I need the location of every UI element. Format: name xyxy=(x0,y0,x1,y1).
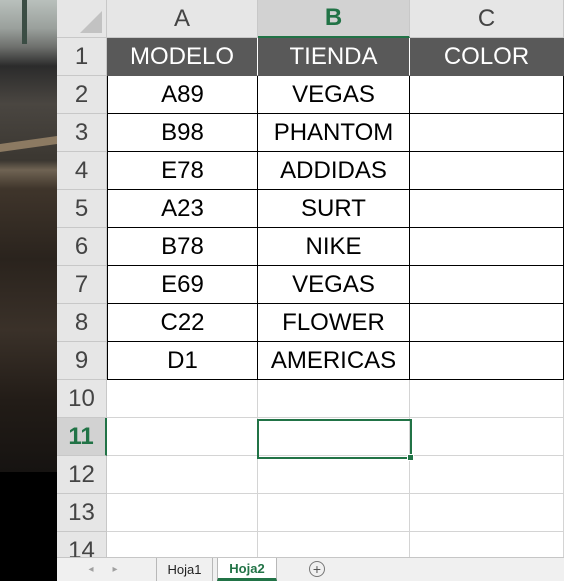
cell-a12[interactable] xyxy=(107,456,258,494)
spreadsheet-grid[interactable]: A B C 1 2 3 4 5 6 7 8 9 10 11 12 13 14 MODELO TIENDA CO… xyxy=(57,0,564,557)
cell-c1[interactable]: COLOR xyxy=(410,38,564,76)
cell-c9[interactable] xyxy=(410,342,564,380)
cell-b10[interactable] xyxy=(258,380,410,418)
tab-hoja1[interactable]: Hoja1 xyxy=(156,558,213,581)
cell-a1[interactable]: MODELO xyxy=(107,38,258,76)
row-header-6[interactable]: 6 xyxy=(57,228,107,266)
cell-c6[interactable] xyxy=(410,228,564,266)
row-header-12[interactable]: 12 xyxy=(57,456,107,494)
cell-c11[interactable] xyxy=(410,418,564,456)
cell-c13[interactable] xyxy=(410,494,564,532)
cell-c8[interactable] xyxy=(410,304,564,342)
row-header-13[interactable]: 13 xyxy=(57,494,107,532)
row-header-8[interactable]: 8 xyxy=(57,304,107,342)
row-header-2[interactable]: 2 xyxy=(57,76,107,114)
background-photo xyxy=(0,0,57,472)
cell-a5[interactable]: A23 xyxy=(107,190,258,228)
cell-a8[interactable]: C22 xyxy=(107,304,258,342)
cell-b7[interactable]: VEGAS xyxy=(258,266,410,304)
cell-b6[interactable]: NIKE xyxy=(258,228,410,266)
cell-b13[interactable] xyxy=(258,494,410,532)
row-header-11[interactable]: 11 xyxy=(57,418,107,456)
cell-b4[interactable]: ADDIDAS xyxy=(258,152,410,190)
row-header-9[interactable]: 9 xyxy=(57,342,107,380)
cell-b11[interactable] xyxy=(258,418,410,456)
row-header-14[interactable]: 14 xyxy=(57,532,107,557)
add-sheet-icon[interactable]: + xyxy=(309,561,325,577)
row-header-1[interactable]: 1 xyxy=(57,38,107,76)
cell-b2[interactable]: VEGAS xyxy=(258,76,410,114)
column-header-b[interactable]: B xyxy=(258,0,410,38)
sheet-tab-bar: ◂ ▸ Hoja1 Hoja2 + xyxy=(57,557,564,581)
row-header-5[interactable]: 5 xyxy=(57,190,107,228)
cell-a14[interactable] xyxy=(107,532,258,557)
select-all-corner[interactable] xyxy=(57,0,107,38)
select-all-triangle-icon xyxy=(80,11,102,33)
cell-a2[interactable]: A89 xyxy=(107,76,258,114)
row-header-10[interactable]: 10 xyxy=(57,380,107,418)
cell-b12[interactable] xyxy=(258,456,410,494)
photo-curb xyxy=(0,135,57,153)
cell-c3[interactable] xyxy=(410,114,564,152)
cell-a6[interactable]: B78 xyxy=(107,228,258,266)
cell-a9[interactable]: D1 xyxy=(107,342,258,380)
scroll-tabs-right-icon[interactable]: ▸ xyxy=(105,560,125,578)
cell-c10[interactable] xyxy=(410,380,564,418)
cell-c4[interactable] xyxy=(410,152,564,190)
row-header-3[interactable]: 3 xyxy=(57,114,107,152)
cell-a11[interactable] xyxy=(107,418,258,456)
cell-a3[interactable]: B98 xyxy=(107,114,258,152)
cell-b3[interactable]: PHANTOM xyxy=(258,114,410,152)
cell-c5[interactable] xyxy=(410,190,564,228)
scroll-tabs-left-icon[interactable]: ◂ xyxy=(81,560,101,578)
column-header-c[interactable]: C xyxy=(410,0,564,38)
cell-c7[interactable] xyxy=(410,266,564,304)
cell-b8[interactable]: FLOWER xyxy=(258,304,410,342)
cell-a10[interactable] xyxy=(107,380,258,418)
tab-hoja2[interactable]: Hoja2 xyxy=(217,558,277,581)
cell-c12[interactable] xyxy=(410,456,564,494)
cell-c14[interactable] xyxy=(410,532,564,557)
photo-post xyxy=(22,0,27,44)
cell-b5[interactable]: SURT xyxy=(258,190,410,228)
cell-b9[interactable]: AMERICAS xyxy=(258,342,410,380)
row-header-4[interactable]: 4 xyxy=(57,152,107,190)
column-header-a[interactable]: A xyxy=(107,0,258,38)
cell-a13[interactable] xyxy=(107,494,258,532)
cell-c2[interactable] xyxy=(410,76,564,114)
cell-b1[interactable]: TIENDA xyxy=(258,38,410,76)
cell-a4[interactable]: E78 xyxy=(107,152,258,190)
cell-b14[interactable] xyxy=(258,532,410,557)
row-header-7[interactable]: 7 xyxy=(57,266,107,304)
cell-a7[interactable]: E69 xyxy=(107,266,258,304)
